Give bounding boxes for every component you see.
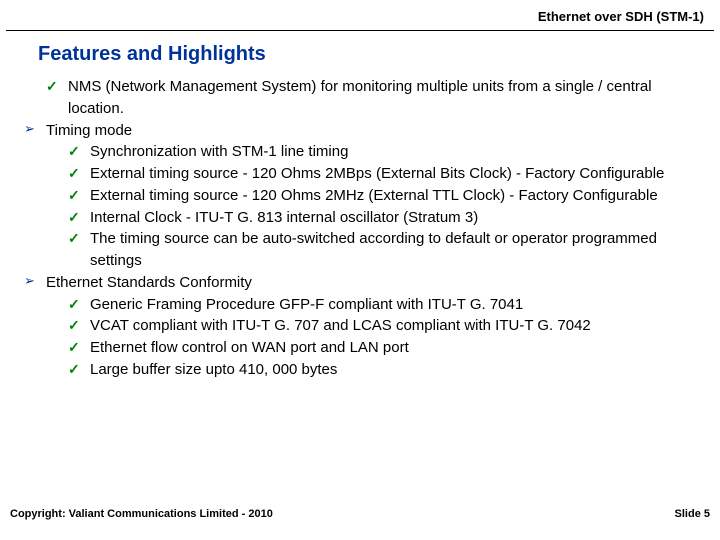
list-item-text: Internal Clock - ITU-T G. 813 internal o…: [90, 209, 478, 226]
slide: Ethernet over SDH (STM-1) Features and H…: [0, 0, 720, 540]
list-item: Ethernet flow control on WAN port and LA…: [68, 337, 692, 359]
list-item: Internal Clock - ITU-T G. 813 internal o…: [68, 207, 692, 229]
list-item: External timing source - 120 Ohms 2MHz (…: [68, 185, 692, 207]
header-title: Ethernet over SDH (STM-1): [538, 9, 704, 24]
bullet-list: NMS (Network Management System) for moni…: [46, 76, 692, 381]
list-item-text: The timing source can be auto-switched a…: [90, 230, 657, 269]
list-item-text: Timing mode: [46, 122, 132, 139]
list-item: VCAT compliant with ITU-T G. 707 and LCA…: [68, 315, 692, 337]
list-item-text: External timing source - 120 Ohms 2MHz (…: [90, 187, 658, 204]
list-item: The timing source can be auto-switched a…: [68, 228, 692, 272]
list-item-text: Ethernet flow control on WAN port and LA…: [90, 339, 409, 356]
list-item: Large buffer size upto 410, 000 bytes: [68, 359, 692, 381]
slide-number: Slide 5: [675, 508, 710, 520]
slide-footer: Copyright: Valiant Communications Limite…: [0, 502, 720, 540]
list-item: Synchronization with STM-1 line timing: [68, 141, 692, 163]
slide-content: NMS (Network Management System) for moni…: [0, 76, 720, 502]
list-item: Ethernet Standards Conformity: [24, 272, 692, 294]
list-item-text: Synchronization with STM-1 line timing: [90, 143, 348, 160]
list-item: Timing mode: [24, 120, 692, 142]
section-title: Features and Highlights: [0, 31, 720, 76]
copyright-text: Copyright: Valiant Communications Limite…: [10, 508, 273, 520]
list-item: External timing source - 120 Ohms 2MBps …: [68, 163, 692, 185]
list-item-text: VCAT compliant with ITU-T G. 707 and LCA…: [90, 317, 591, 334]
list-item-text: Ethernet Standards Conformity: [46, 274, 252, 291]
list-item-text: Generic Framing Procedure GFP-F complian…: [90, 296, 523, 313]
list-item: Generic Framing Procedure GFP-F complian…: [68, 294, 692, 316]
list-item-text: External timing source - 120 Ohms 2MBps …: [90, 165, 664, 182]
list-item-text: NMS (Network Management System) for moni…: [68, 78, 652, 117]
list-item: NMS (Network Management System) for moni…: [46, 76, 692, 120]
slide-header: Ethernet over SDH (STM-1): [6, 0, 714, 31]
list-item-text: Large buffer size upto 410, 000 bytes: [90, 361, 337, 378]
